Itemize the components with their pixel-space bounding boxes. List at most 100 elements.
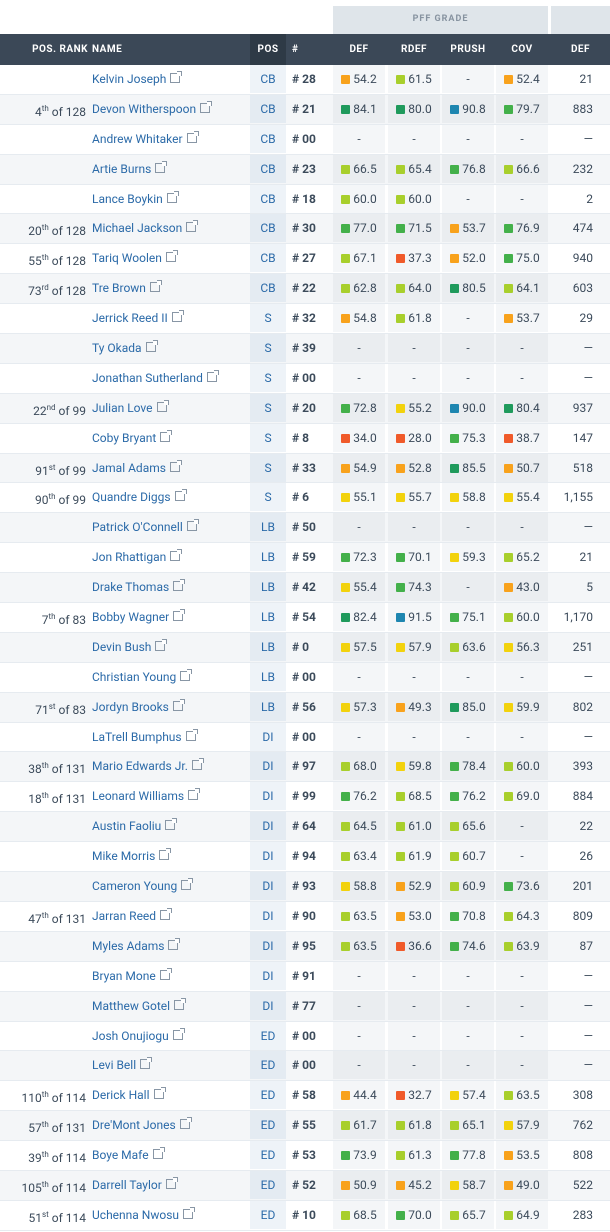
external-link-icon[interactable]	[159, 848, 172, 861]
player-name-link[interactable]: Mike Morris	[92, 842, 252, 870]
player-name-link[interactable]: Derick Hall	[92, 1081, 252, 1109]
player-name-link[interactable]: Jon Rhattigan	[92, 543, 252, 571]
player-name-link[interactable]: Matthew Gotel	[92, 992, 252, 1020]
external-link-icon[interactable]	[171, 310, 184, 323]
external-link-icon[interactable]	[153, 1087, 166, 1100]
player-name-link[interactable]: Levi Bell	[92, 1051, 252, 1079]
external-link-icon[interactable]	[160, 429, 173, 442]
external-link-icon[interactable]	[165, 818, 178, 831]
player-name-link[interactable]: Mario Edwards Jr.	[92, 752, 252, 780]
grade-color-swatch	[450, 1121, 460, 1131]
external-link-icon[interactable]	[174, 489, 187, 502]
external-link-icon[interactable]	[160, 907, 173, 920]
player-name-link[interactable]: Cameron Young	[92, 872, 252, 900]
external-link-icon[interactable]	[173, 609, 186, 622]
header-pos[interactable]: POS	[250, 34, 286, 65]
prush-grade-value: 78.4	[462, 759, 486, 774]
player-name-link[interactable]: Quandre Diggs	[92, 483, 252, 511]
player-name-link[interactable]: Tariq Woolen	[92, 244, 252, 272]
grade-color-swatch	[341, 164, 351, 174]
external-link-icon[interactable]	[169, 459, 182, 472]
player-name-link[interactable]: Tre Brown	[92, 274, 252, 302]
player-name-link[interactable]: Andrew Whitaker	[92, 125, 252, 153]
rdef-grade-value: 32.7	[408, 1088, 432, 1103]
external-link-icon[interactable]	[172, 1027, 185, 1040]
external-link-icon[interactable]	[155, 638, 168, 651]
external-link-icon[interactable]	[206, 369, 219, 382]
external-link-icon[interactable]	[156, 399, 169, 412]
header-name[interactable]: NAME	[92, 34, 122, 65]
external-link-icon[interactable]	[145, 340, 158, 353]
external-link-icon[interactable]	[181, 878, 194, 891]
player-name-link[interactable]: Boye Mafe	[92, 1141, 252, 1169]
external-link-icon[interactable]	[159, 967, 172, 980]
player-name-link[interactable]: Ty Okada	[92, 334, 252, 362]
position-rank	[0, 185, 86, 213]
external-link-icon[interactable]	[186, 220, 199, 233]
rank-of-total: of 131	[48, 1121, 86, 1136]
player-name-link[interactable]: Jarran Reed	[92, 902, 252, 930]
grade-color-swatch	[396, 224, 406, 234]
player-name-link[interactable]: Lance Boykin	[92, 185, 252, 213]
rdef-grade-cell: 45.2	[388, 1170, 440, 1199]
player-name-link[interactable]: LaTrell Bumphus	[92, 723, 252, 751]
external-link-icon[interactable]	[170, 71, 183, 83]
external-link-icon[interactable]	[200, 100, 213, 113]
player-name-link[interactable]: Coby Bryant	[92, 424, 252, 452]
external-link-icon[interactable]	[172, 698, 185, 711]
header-prush-grade[interactable]: PRUSH	[442, 34, 494, 65]
player-name-link[interactable]: Artie Burns	[92, 155, 252, 183]
external-link-icon[interactable]	[186, 519, 199, 532]
external-link-icon[interactable]	[155, 160, 168, 173]
player-name-link[interactable]: Devin Bush	[92, 633, 252, 661]
external-link-icon[interactable]	[140, 1057, 153, 1070]
player-name-link[interactable]: Christian Young	[92, 663, 252, 691]
cov-grade-value: 60.0	[516, 610, 540, 625]
prush-grade-empty: -	[466, 998, 470, 1013]
header-number[interactable]: #	[292, 34, 298, 65]
player-name-link[interactable]: Leonard Williams	[92, 782, 252, 810]
header-cov-grade[interactable]: COV	[496, 34, 548, 65]
external-link-icon[interactable]	[179, 1117, 192, 1130]
player-name-link[interactable]: Austin Faoliu	[92, 812, 252, 840]
player-name-link[interactable]: Jamal Adams	[92, 454, 252, 482]
external-link-icon[interactable]	[183, 1206, 196, 1219]
external-link-icon[interactable]	[149, 280, 162, 293]
external-link-icon[interactable]	[173, 579, 186, 592]
external-link-icon[interactable]	[185, 728, 198, 741]
header-pos-rank[interactable]: POS. RANK	[0, 34, 88, 65]
external-link-icon[interactable]	[152, 1147, 165, 1160]
player-name-link[interactable]: Uchenna Nwosu	[92, 1201, 252, 1229]
external-link-icon[interactable]	[191, 758, 204, 771]
external-link-icon[interactable]	[170, 549, 183, 562]
player-name-link[interactable]: Michael Jackson	[92, 214, 252, 242]
player-name-link[interactable]: Julian Love	[92, 394, 252, 422]
player-name-link[interactable]: Jordyn Brooks	[92, 693, 252, 721]
prush-grade-cell: 59.3	[442, 543, 494, 572]
player-name-link[interactable]: Bryan Mone	[92, 962, 252, 990]
external-link-icon[interactable]	[166, 190, 179, 203]
external-link-icon[interactable]	[165, 250, 178, 263]
external-link-icon[interactable]	[186, 130, 199, 143]
player-name-link[interactable]: Jerrick Reed II	[92, 304, 252, 332]
player-name-link[interactable]: Drake Thomas	[92, 573, 252, 601]
external-link-icon[interactable]	[188, 788, 201, 801]
player-name-link[interactable]: Josh Onujiogu	[92, 1022, 252, 1050]
header-def-snaps[interactable]: DEF	[551, 34, 610, 65]
header-def-grade[interactable]: DEF	[333, 34, 385, 65]
player-name-link[interactable]: Kelvin Joseph	[92, 65, 252, 93]
player-name-link[interactable]: Myles Adams	[92, 932, 252, 960]
external-link-icon[interactable]	[168, 937, 181, 950]
position-rank	[0, 723, 86, 751]
header-rdef-grade[interactable]: RDEF	[388, 34, 440, 65]
player-name-link[interactable]: Devon Witherspoon	[92, 95, 252, 123]
player-name-link[interactable]: Bobby Wagner	[92, 603, 252, 631]
table-row: 90th of 99 Quandre Diggs S # 6 55.1 55.7 58.8 5…	[0, 483, 610, 514]
player-name-link[interactable]: Dre'Mont Jones	[92, 1111, 252, 1139]
player-name-link[interactable]: Jonathan Sutherland	[92, 364, 252, 392]
external-link-icon[interactable]	[165, 1176, 178, 1189]
player-name-link[interactable]: Patrick O'Connell	[92, 513, 252, 541]
player-name-link[interactable]: Darrell Taylor	[92, 1171, 252, 1199]
external-link-icon[interactable]	[174, 997, 187, 1010]
external-link-icon[interactable]	[180, 668, 193, 681]
